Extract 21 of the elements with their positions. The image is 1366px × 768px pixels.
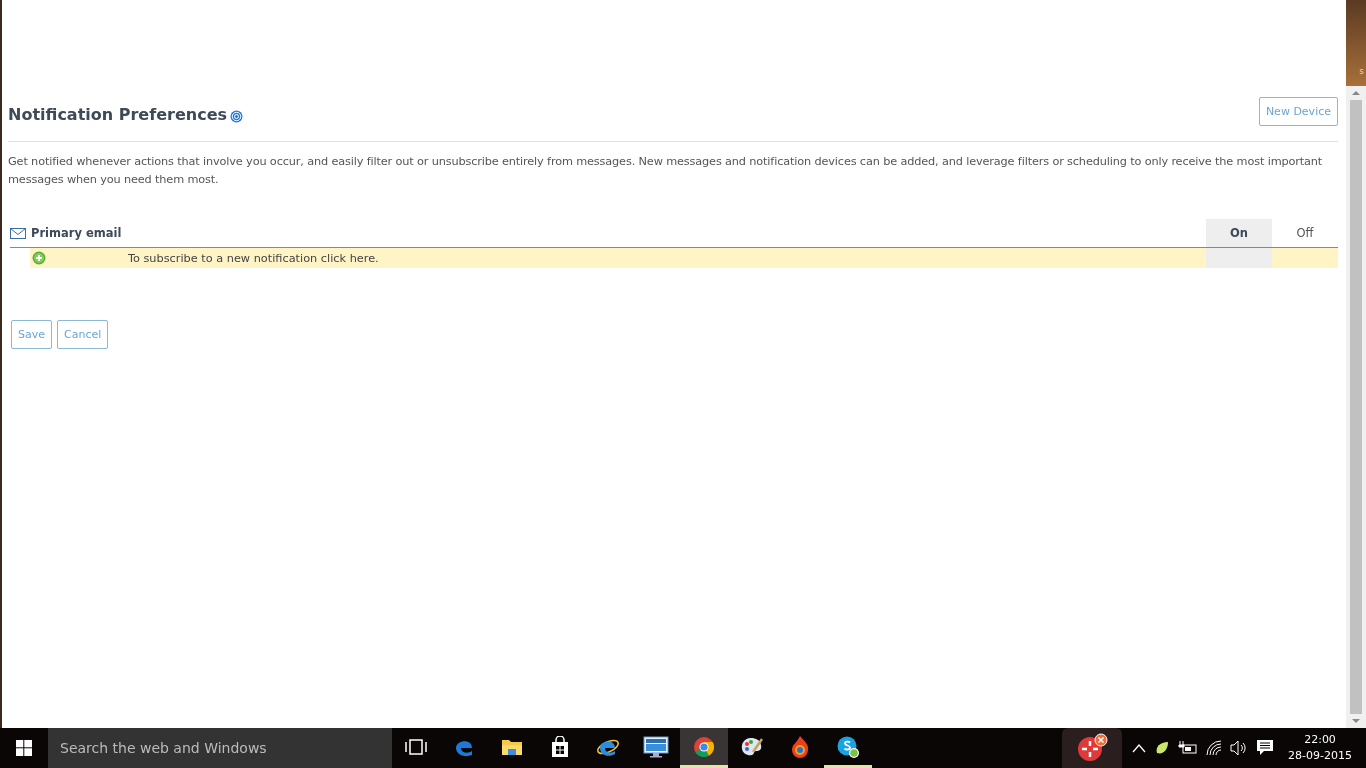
column-cell — [1206, 248, 1272, 268]
desktop-label: s — [1359, 66, 1365, 76]
scroll-up-icon[interactable] — [1352, 91, 1360, 95]
scrollbar[interactable] — [1346, 86, 1366, 728]
clock-time: 22:00 — [1304, 732, 1336, 748]
page-title: Notification Preferences — [8, 104, 227, 124]
start-icon[interactable] — [16, 740, 32, 756]
tray-app-icon[interactable] — [1062, 728, 1123, 768]
subscribe-link[interactable]: To subscribe to a new notification click here. — [128, 251, 379, 265]
chrome-icon[interactable] — [680, 728, 728, 768]
device-name: Primary email — [31, 226, 122, 240]
scroll-down-icon[interactable] — [1352, 719, 1360, 723]
description-text: Get notified whenever actions that involve you occur, and easily filter out or unsubscribe entirely from messages. New messages and notification devices can be added, and leverage filters or scheduling to only receive the most important messages when you need them most. — [8, 154, 1324, 188]
column-header[interactable]: On — [1206, 219, 1272, 247]
add-icon[interactable] — [32, 251, 46, 265]
clock-date: 28-09-2015 — [1288, 748, 1352, 764]
column-header[interactable]: Off — [1272, 219, 1338, 247]
envelope-icon — [10, 227, 26, 239]
scroll-thumb[interactable] — [1350, 100, 1362, 714]
clock[interactable]: 22:00 28-09-2015 — [1278, 732, 1366, 764]
search-field[interactable]: Search the web and Windows — [48, 728, 392, 768]
